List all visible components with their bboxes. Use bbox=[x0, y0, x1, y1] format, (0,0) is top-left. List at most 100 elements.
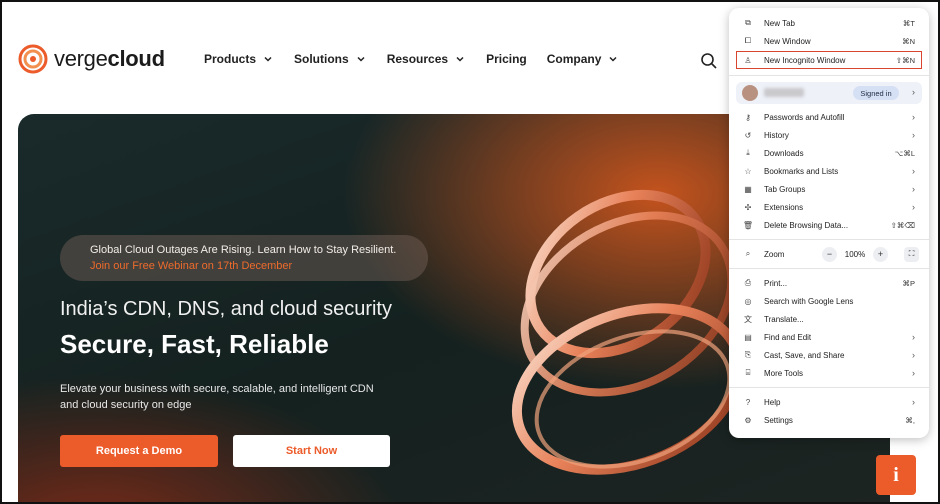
menu-divider bbox=[729, 239, 929, 240]
hero-description: Elevate your business with secure, scala… bbox=[60, 383, 374, 411]
download-icon: ⤓ bbox=[746, 148, 750, 157]
chevron-down-icon bbox=[264, 56, 272, 62]
menu-label: History bbox=[764, 130, 789, 140]
chevron-right-icon: › bbox=[912, 368, 915, 378]
gear-icon: ⚙ bbox=[744, 415, 752, 425]
menu-label: Bookmarks and Lists bbox=[764, 166, 839, 176]
menu-label: Passwords and Autofill bbox=[764, 112, 845, 122]
menu-item-print[interactable]: ⎙ Print... ⌘P bbox=[729, 275, 929, 291]
chevron-down-icon bbox=[357, 56, 365, 62]
menu-label: More Tools bbox=[764, 368, 803, 378]
menu-item-delete-browsing-data[interactable]: 🗑 Delete Browsing Data... ⇧⌘⌫ bbox=[729, 217, 929, 233]
menu-item-new-tab[interactable]: ⧉ New Tab ⌘T bbox=[729, 15, 929, 31]
nav-solutions[interactable]: Solutions bbox=[294, 52, 367, 66]
menu-divider bbox=[729, 387, 929, 388]
trash-icon: 🗑 bbox=[742, 220, 754, 230]
zoom-icon: ⌕ bbox=[745, 249, 751, 258]
chevron-right-icon: › bbox=[912, 130, 915, 140]
menu-label: Tab Groups bbox=[764, 184, 806, 194]
incognito-icon: ♙ bbox=[744, 55, 752, 65]
lens-icon: ◎ bbox=[744, 296, 752, 306]
menu-shortcut: ⌘N bbox=[902, 36, 915, 46]
key-icon: ⚷ bbox=[745, 112, 751, 122]
puzzle-icon: ✣ bbox=[744, 202, 752, 212]
menu-item-zoom: ⌕ Zoom − 100% + ⛶ bbox=[729, 246, 929, 262]
menu-item-tab-groups[interactable]: ▦ Tab Groups › bbox=[729, 181, 929, 197]
chevron-right-icon: › bbox=[912, 202, 915, 212]
nav-resources[interactable]: Resources bbox=[387, 52, 466, 66]
menu-label: New Window bbox=[764, 36, 811, 46]
fullscreen-icon[interactable]: ⛶ bbox=[904, 246, 919, 262]
zoom-out-button[interactable]: − bbox=[822, 246, 837, 262]
tab-groups-icon: ▦ bbox=[744, 184, 752, 194]
site-logo[interactable]: vergecloud bbox=[18, 44, 165, 74]
menu-shortcut: ⌘T bbox=[902, 18, 915, 28]
menu-item-translate[interactable]: 文 Translate... bbox=[729, 311, 929, 327]
nav-pricing[interactable]: Pricing bbox=[486, 52, 527, 66]
menu-label: Cast, Save, and Share bbox=[764, 350, 845, 360]
menu-label: Zoom bbox=[764, 249, 785, 259]
nav-pricing-label: Pricing bbox=[486, 52, 527, 66]
menu-item-find-edit[interactable]: ▤ Find and Edit › bbox=[729, 329, 929, 345]
nav-products[interactable]: Products bbox=[204, 52, 274, 66]
menu-label: Print... bbox=[764, 278, 788, 288]
menu-label: Help bbox=[764, 397, 781, 407]
menu-item-bookmarks[interactable]: ☆ Bookmarks and Lists › bbox=[729, 163, 929, 179]
menu-item-passwords[interactable]: ⚷ Passwords and Autofill › bbox=[729, 109, 929, 125]
profile-row[interactable]: Signed in › bbox=[736, 82, 922, 104]
menu-item-extensions[interactable]: ✣ Extensions › bbox=[729, 199, 929, 215]
vergecloud-logo-icon bbox=[18, 44, 48, 74]
nav-company-label: Company bbox=[546, 52, 602, 66]
menu-label: Translate... bbox=[764, 314, 804, 324]
profile-name-redacted bbox=[764, 88, 804, 97]
cast-icon: ⎘ bbox=[744, 350, 752, 359]
request-demo-button[interactable]: Request a Demo bbox=[60, 435, 218, 467]
new-tab-icon: ⧉ bbox=[745, 18, 751, 27]
star-icon: ☆ bbox=[744, 166, 752, 176]
promo-link[interactable]: Join our Free Webinar on 17th December bbox=[90, 258, 428, 274]
menu-item-google-lens[interactable]: ◎ Search with Google Lens bbox=[729, 293, 929, 309]
zoom-in-button[interactable]: + bbox=[873, 246, 888, 262]
chat-widget-button[interactable]: i bbox=[876, 455, 916, 495]
translate-icon: 文 bbox=[744, 314, 752, 324]
menu-label: Find and Edit bbox=[764, 332, 812, 342]
signed-in-badge: Signed in bbox=[853, 86, 899, 100]
menu-item-settings[interactable]: ⚙ Settings ⌘, bbox=[729, 412, 929, 428]
chevron-right-icon: › bbox=[912, 87, 915, 97]
nav-solutions-label: Solutions bbox=[294, 52, 349, 66]
menu-item-history[interactable]: ↺ History › bbox=[729, 127, 929, 143]
menu-item-help[interactable]: ? Help › bbox=[729, 394, 929, 410]
start-now-button[interactable]: Start Now bbox=[233, 435, 390, 467]
chevron-right-icon: › bbox=[912, 350, 915, 360]
help-icon: ? bbox=[745, 397, 751, 407]
menu-label: New Tab bbox=[764, 18, 795, 28]
menu-item-new-window[interactable]: ⧠ New Window ⌘N bbox=[729, 33, 929, 49]
menu-divider bbox=[729, 268, 929, 269]
menu-label: Delete Browsing Data... bbox=[764, 220, 849, 230]
chevron-down-icon bbox=[456, 56, 464, 62]
menu-item-more-tools[interactable]: ⌸ More Tools › bbox=[729, 365, 929, 381]
history-icon: ↺ bbox=[744, 130, 752, 140]
menu-shortcut: ⇧⌘N bbox=[895, 55, 915, 65]
menu-item-cast-save-share[interactable]: ⎘ Cast, Save, and Share › bbox=[729, 347, 929, 363]
menu-item-new-incognito-window[interactable]: ♙ New Incognito Window ⇧⌘N bbox=[729, 52, 929, 68]
chevron-right-icon: › bbox=[912, 166, 915, 176]
main-nav: Products Solutions Resources Pricing Com… bbox=[204, 52, 639, 66]
menu-label: Settings bbox=[764, 415, 793, 425]
menu-label: New Incognito Window bbox=[764, 55, 846, 65]
chevron-right-icon: › bbox=[912, 397, 915, 407]
menu-item-downloads[interactable]: ⤓ Downloads ⌥⌘L bbox=[729, 145, 929, 161]
chevron-right-icon: › bbox=[912, 332, 915, 342]
search-icon[interactable] bbox=[700, 52, 718, 70]
toolbox-icon: ⌸ bbox=[745, 368, 751, 377]
promo-text: Global Cloud Outages Are Rising. Learn H… bbox=[90, 244, 397, 256]
menu-shortcut: ⌘, bbox=[905, 415, 915, 425]
avatar bbox=[742, 85, 758, 101]
nav-company[interactable]: Company bbox=[547, 52, 620, 66]
nav-resources-label: Resources bbox=[386, 52, 449, 66]
hero-subtitle: India’s CDN, DNS, and cloud security bbox=[60, 298, 392, 320]
webinar-promo-banner[interactable]: Global Cloud Outages Are Rising. Learn H… bbox=[60, 235, 428, 281]
chevron-right-icon: › bbox=[912, 112, 915, 122]
printer-icon: ⎙ bbox=[744, 278, 752, 287]
logo-text: vergecloud bbox=[54, 46, 165, 71]
